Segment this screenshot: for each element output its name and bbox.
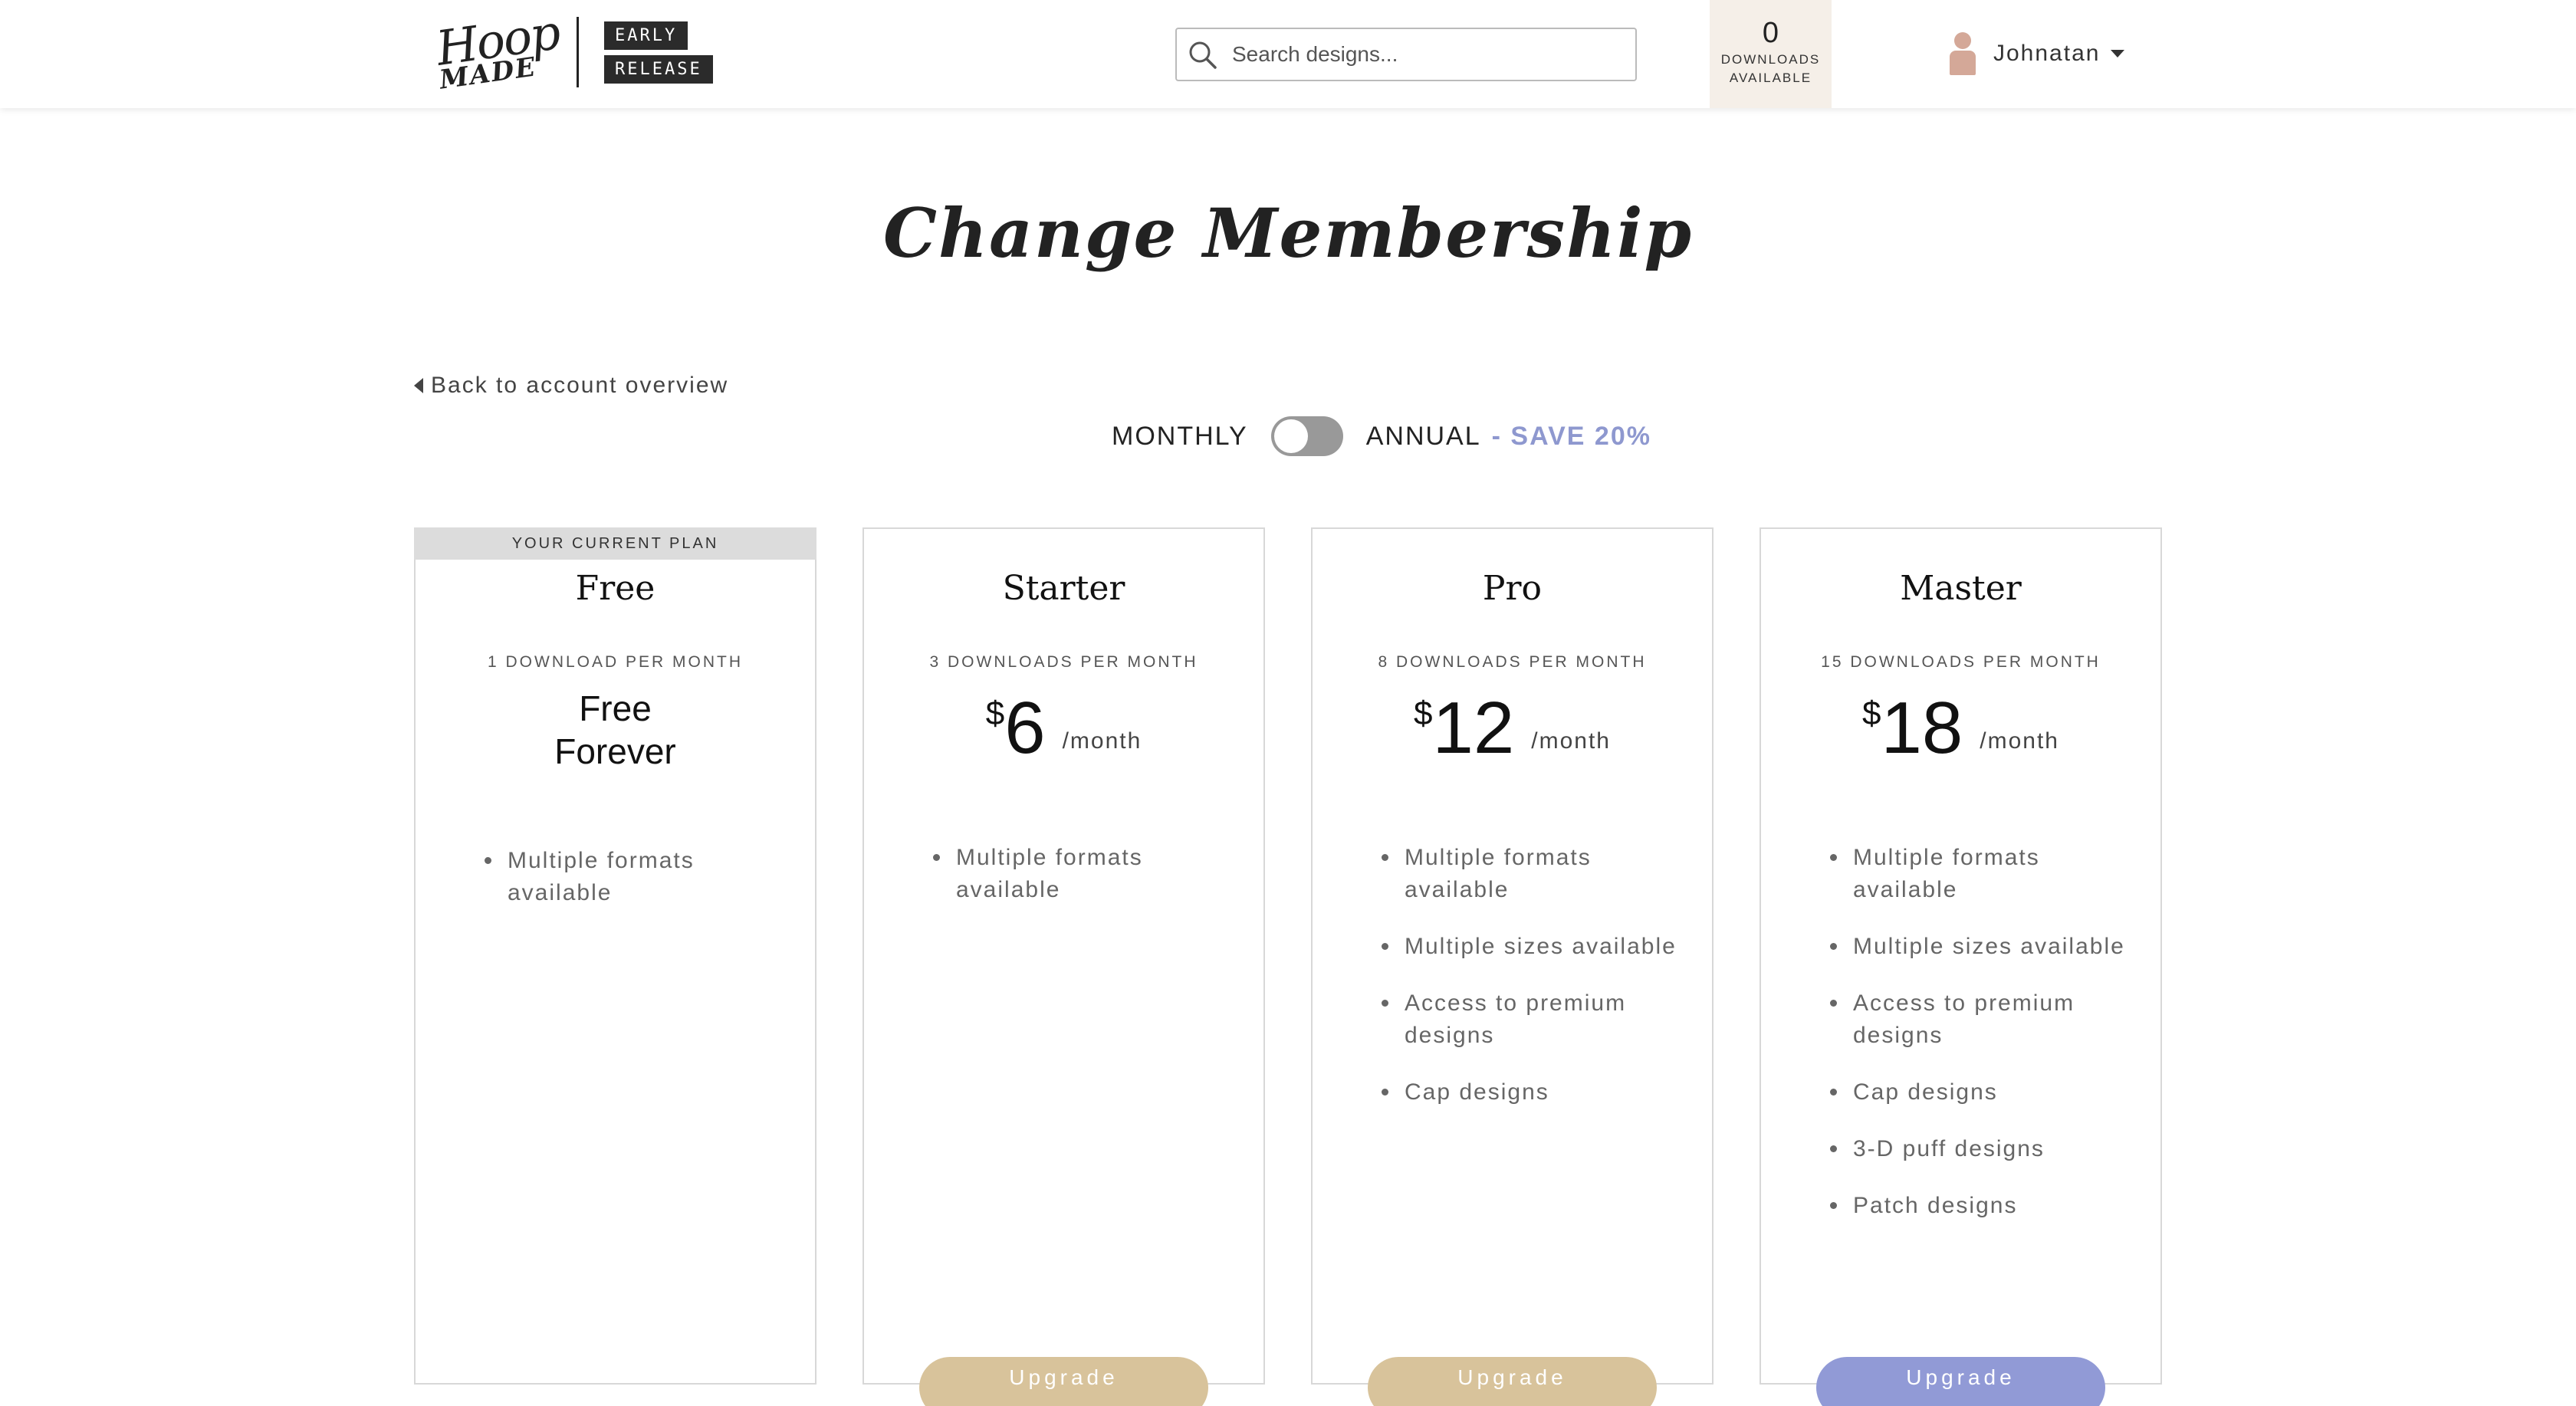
price-free-line-1: Free (579, 688, 652, 728)
plan-downloads: 8 DOWNLOADS PER MONTH (1378, 653, 1647, 671)
plan-card-master: Master 15 DOWNLOADS PER MONTH $ 18 /mont… (1760, 527, 2162, 1406)
feature-item: Patch designs (1830, 1190, 2129, 1222)
price-amount: 12 (1432, 687, 1515, 769)
feature-item: Cap designs (1382, 1076, 1681, 1109)
plan-downloads: 3 DOWNLOADS PER MONTH (929, 653, 1198, 671)
price-currency: $ (985, 695, 1005, 732)
price-amount: 18 (1881, 687, 1963, 769)
user-name: Johnatan (1993, 41, 2101, 66)
plan-price-free: Free Forever (416, 687, 815, 773)
downloads-label-line-2: AVAILABLE (1729, 71, 1812, 85)
price-period: /month (1062, 728, 1142, 754)
page-title: Change Membership (882, 193, 1694, 273)
billing-period-toggle[interactable] (1270, 416, 1343, 456)
avatar-icon (1947, 32, 1978, 75)
logo-divider (577, 17, 579, 87)
search-icon (1189, 41, 1217, 69)
price-currency: $ (1414, 695, 1433, 732)
downloads-label-line-1: DOWNLOADS (1720, 52, 1821, 67)
annual-label[interactable]: ANNUAL (1366, 422, 1481, 452)
current-plan-banner: YOUR CURRENT PLAN (414, 527, 816, 560)
downloads-count: 0 (1762, 17, 1779, 49)
caret-left-icon (414, 378, 423, 393)
feature-item: Access to premium designs (1382, 987, 1681, 1052)
plan-price: $ 18 /month (1761, 690, 2160, 767)
price-currency: $ (1862, 695, 1881, 732)
back-link-label: Back to account overview (431, 373, 729, 398)
feature-item: Multiple formats available (1382, 842, 1681, 906)
feature-item: Multiple sizes available (1382, 931, 1681, 963)
search-box (1175, 28, 1637, 81)
feature-item: Multiple formats available (933, 842, 1232, 906)
release-badge: RELEASE (604, 55, 713, 84)
plan-downloads: 1 DOWNLOAD PER MONTH (487, 653, 744, 671)
feature-item: 3-D puff designs (1830, 1133, 2129, 1165)
monthly-label[interactable]: MONTHLY (1112, 422, 1248, 452)
back-to-account-link[interactable]: Back to account overview (414, 373, 728, 399)
early-badge: EARLY (604, 21, 688, 50)
price-period: /month (1980, 728, 2059, 754)
downloads-available-counter: 0 DOWNLOADS AVAILABLE (1710, 0, 1832, 108)
price-free-line-2: Forever (554, 731, 676, 771)
price-period: /month (1531, 728, 1611, 754)
upgrade-starter-button[interactable]: Upgrade (919, 1357, 1208, 1406)
hoop-made-logo[interactable]: Hoop MADE (433, 4, 563, 97)
plan-name: Starter (1002, 569, 1125, 608)
toggle-knob (1273, 419, 1308, 453)
plan-price: $ 6 /month (864, 690, 1263, 767)
upgrade-master-button[interactable]: Upgrade (1816, 1357, 2105, 1406)
annual-save-label: - SAVE 20% (1491, 421, 1651, 451)
plan-price: $ 12 /month (1313, 690, 1712, 767)
feature-item: Multiple formats available (1830, 842, 2129, 906)
feature-list: Multiple formats available Multiple size… (1382, 842, 1681, 1133)
feature-item: Multiple sizes available (1830, 931, 2129, 963)
plan-card-pro: Pro 8 DOWNLOADS PER MONTH $ 12 /month Mu… (1311, 527, 1714, 1406)
search-input[interactable] (1232, 29, 1623, 80)
feature-item: Access to premium designs (1830, 987, 2129, 1052)
upgrade-pro-button[interactable]: Upgrade (1368, 1357, 1657, 1406)
plan-name: Free (575, 569, 656, 608)
plan-name: Pro (1482, 569, 1543, 608)
price-amount: 6 (1004, 687, 1046, 769)
plan-card-starter: Starter 3 DOWNLOADS PER MONTH $ 6 /month… (863, 527, 1265, 1406)
plan-name: Master (1900, 569, 2022, 608)
plan-downloads: 15 DOWNLOADS PER MONTH (1821, 653, 2101, 671)
feature-list: Multiple formats available (933, 842, 1232, 931)
feature-item: Cap designs (1830, 1076, 2129, 1109)
user-menu[interactable]: Johnatan (1947, 31, 2125, 77)
top-header: Hoop MADE EARLY RELEASE 0 DOWNLOADS AVAI… (0, 0, 2576, 108)
plan-card-free: YOUR CURRENT PLAN Free 1 DOWNLOAD PER MO… (414, 527, 816, 1385)
feature-item: Multiple formats available (485, 845, 784, 909)
chevron-down-icon (2111, 50, 2125, 57)
billing-period-toggle-row: MONTHLY ANNUAL - SAVE 20% (1112, 414, 1651, 458)
feature-list: Multiple formats available (485, 845, 784, 934)
feature-list: Multiple formats available Multiple size… (1830, 842, 2129, 1247)
